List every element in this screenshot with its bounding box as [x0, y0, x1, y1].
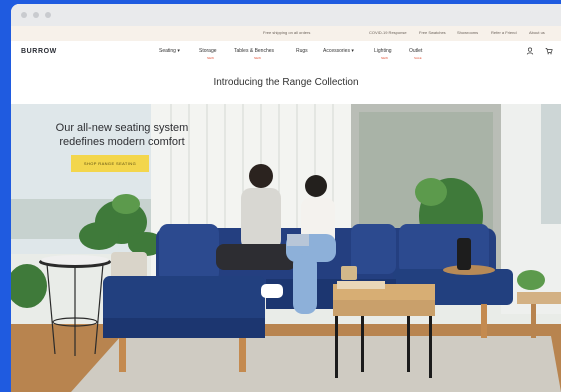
- chevron-down-icon: ▾: [351, 48, 354, 54]
- cart-icon[interactable]: [545, 47, 553, 55]
- nav-item-label: Storage: [199, 48, 217, 54]
- nav-item-lighting[interactable]: Lighting: [374, 48, 392, 54]
- nav-item-label: Seating: [159, 48, 176, 54]
- hero-headline-line: redefines modern comfort: [59, 136, 185, 148]
- main-nav: BURROW Seating ▾ Storage NEW Tables & Be…: [11, 41, 561, 63]
- nav-badge-new: NEW: [381, 56, 388, 60]
- browser-chrome: [11, 4, 561, 26]
- nav-item-label: Outlet: [409, 48, 423, 54]
- window-maximize-dot[interactable]: [45, 12, 51, 18]
- nav-item-rugs[interactable]: Rugs: [296, 48, 308, 54]
- hero-section: Our all-new seating system redefines mod…: [11, 104, 561, 392]
- nav-badge-new: NEW: [207, 56, 214, 60]
- announcement-link[interactable]: Showrooms: [457, 30, 478, 35]
- chevron-down-icon: ▾: [177, 48, 180, 54]
- nav-item-label: Accessories: [323, 48, 350, 54]
- nav-badge-new: NEW: [254, 56, 261, 60]
- announcement-link[interactable]: Free Swatches: [419, 30, 446, 35]
- announcement-link[interactable]: Free shipping on all orders: [263, 30, 310, 35]
- window-minimize-dot[interactable]: [33, 12, 39, 18]
- nav-item-label: Rugs: [296, 48, 308, 54]
- window-close-dot[interactable]: [21, 12, 27, 18]
- nav-item-label: Tables & Benches: [234, 48, 275, 54]
- nav-badge-sale: SALE: [414, 56, 422, 60]
- shop-range-seating-button[interactable]: SHOP RANGE SEATING: [71, 155, 149, 172]
- account-icon[interactable]: [526, 47, 534, 55]
- nav-item-storage[interactable]: Storage: [199, 48, 217, 54]
- announcement-bar: Free shipping on all orders COVID-19 Res…: [11, 26, 561, 41]
- nav-item-seating[interactable]: Seating ▾: [159, 48, 180, 54]
- nav-item-label: Lighting: [374, 48, 392, 54]
- nav-item-outlet[interactable]: Outlet: [409, 48, 422, 54]
- nav-item-accessories[interactable]: Accessories ▾: [323, 48, 354, 54]
- announcement-link[interactable]: About us: [529, 30, 545, 35]
- hero-headline: Our all-new seating system redefines mod…: [27, 121, 217, 149]
- collection-title[interactable]: Introducing the Range Collection: [11, 77, 561, 88]
- announcement-link[interactable]: Refer a Friend: [491, 30, 517, 35]
- hero-headline-line: Our all-new seating system: [55, 122, 189, 134]
- announcement-link[interactable]: COVID-19 Response: [369, 30, 407, 35]
- collection-banner: Introducing the Range Collection: [11, 63, 561, 105]
- burrow-logo[interactable]: BURROW: [21, 48, 57, 55]
- nav-item-tables-benches[interactable]: Tables & Benches: [234, 48, 274, 54]
- browser-window: Free shipping on all orders COVID-19 Res…: [11, 4, 561, 392]
